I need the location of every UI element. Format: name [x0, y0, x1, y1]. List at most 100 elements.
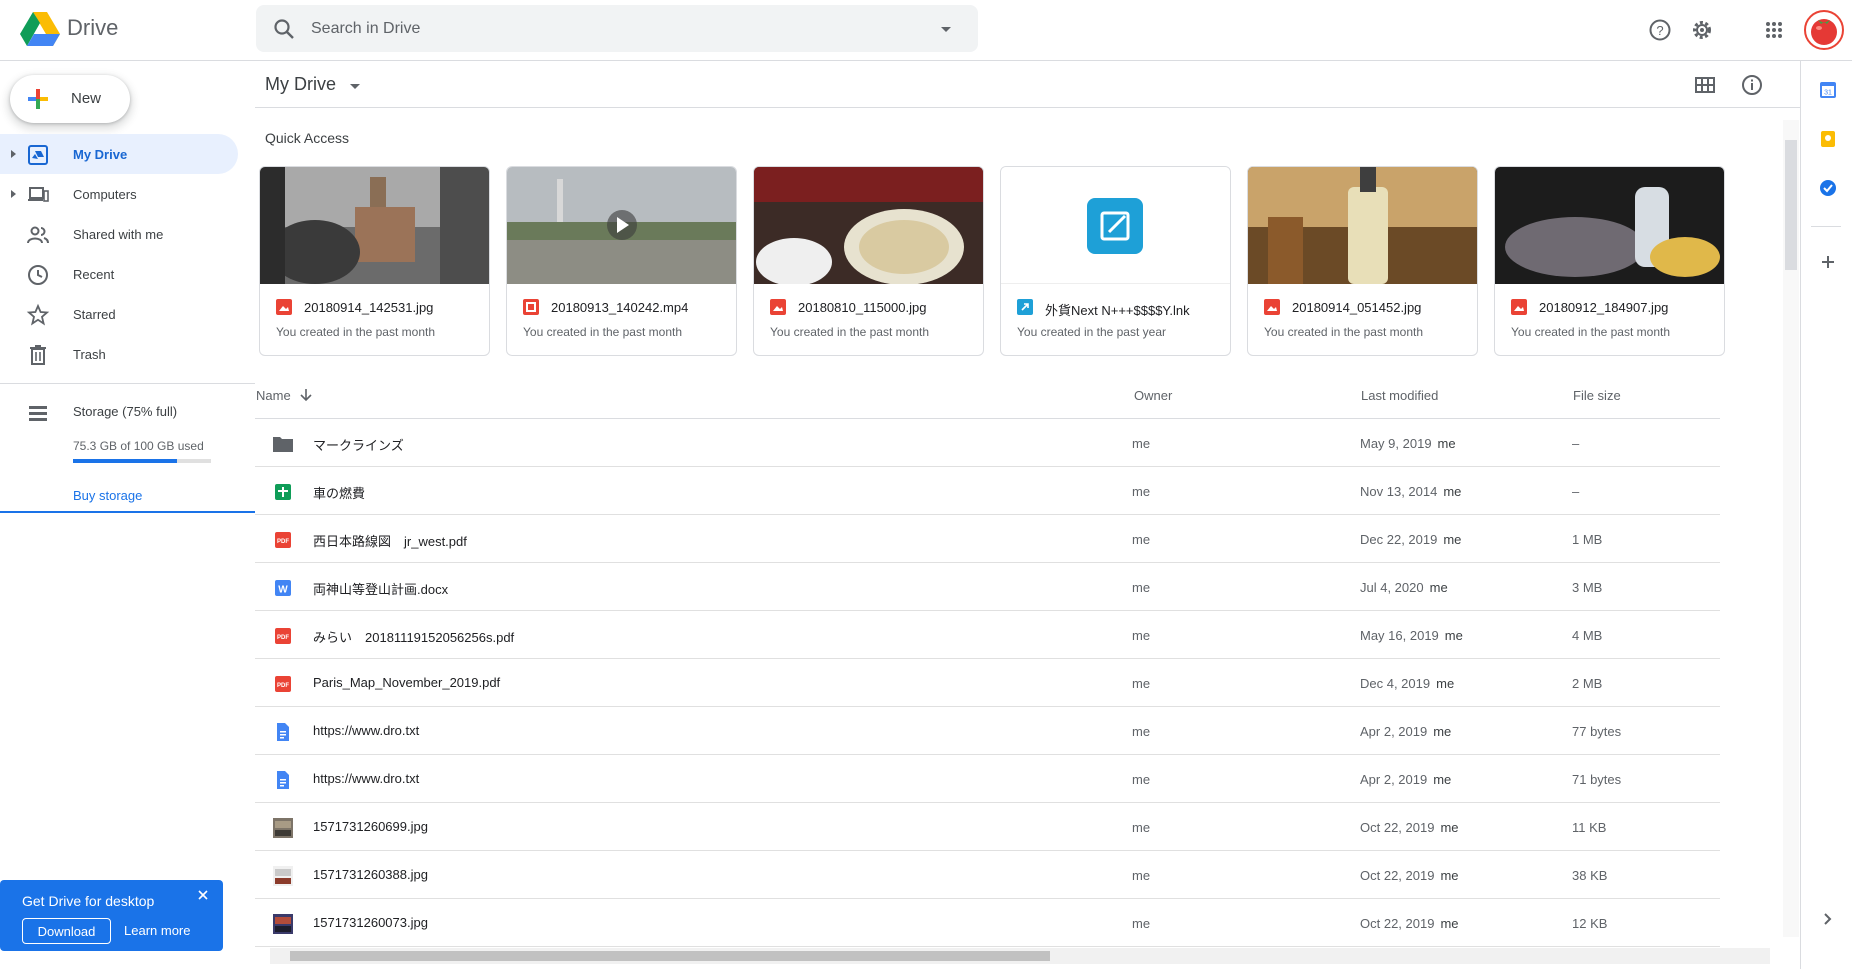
drive-logo-icon[interactable]	[20, 12, 60, 46]
table-row[interactable]: PDF みらい 20181119152056256s.pdf me May 16, 2…	[255, 611, 1720, 659]
rail-divider	[1811, 226, 1841, 227]
sort-arrow-down-icon[interactable]	[299, 387, 313, 403]
plus-icon	[28, 89, 48, 109]
search-input[interactable]	[311, 13, 871, 44]
info-icon[interactable]	[1740, 73, 1764, 97]
quick-access-row: 20180914_142531.jpg You created in the p…	[259, 166, 1749, 356]
column-header-file-size[interactable]: File size	[1573, 388, 1621, 403]
sidebar-item-computers[interactable]: Computers	[0, 174, 255, 214]
file-last-modified: Apr 2, 2019 me	[1360, 772, 1451, 787]
table-row[interactable]: PDF Paris_Map_November_2019.pdf me Dec 4, 2…	[255, 659, 1720, 707]
column-header-name[interactable]: Name	[256, 388, 291, 403]
file-owner: me	[1132, 436, 1151, 451]
table-row[interactable]: 1571731260388.jpg me Oct 22, 2019 me 38 KB	[255, 851, 1720, 899]
quick-access-card[interactable]: 20180914_051452.jpg You created in the p…	[1247, 166, 1478, 356]
pdf-icon: PDF	[272, 674, 294, 694]
file-list-header: Name Owner Last modified File size	[255, 373, 1720, 419]
tasks-icon[interactable]	[1818, 178, 1838, 198]
file-name: 1571731260388.jpg	[313, 867, 428, 882]
sidebar-item-my-drive[interactable]: My Drive	[0, 134, 238, 174]
file-size: 11 KB	[1572, 820, 1607, 835]
modified-date: Jul 4, 2020	[1360, 580, 1424, 595]
file-size: 12 KB	[1572, 916, 1608, 931]
quick-access-card[interactable]: 20180810_115000.jpg You created in the p…	[753, 166, 984, 356]
file-last-modified: May 16, 2019 me	[1360, 628, 1463, 643]
apps-grid-icon[interactable]	[1760, 16, 1788, 44]
vertical-scrollbar[interactable]	[1783, 120, 1799, 937]
table-row[interactable]: 車の燃費 me Nov 13, 2014 me –	[255, 467, 1720, 515]
table-row[interactable]: 1571731260699.jpg me Oct 22, 2019 me 11 KB	[255, 803, 1720, 851]
vertical-scrollbar-thumb[interactable]	[1785, 140, 1797, 270]
file-last-modified: Apr 2, 2019 me	[1360, 724, 1451, 739]
expand-caret-icon[interactable]	[9, 187, 19, 201]
tomato-avatar-icon	[1811, 19, 1837, 45]
sidebar-item-label: Computers	[73, 187, 137, 202]
add-addon-icon[interactable]	[1818, 252, 1838, 272]
column-header-owner[interactable]: Owner	[1134, 388, 1172, 403]
file-rows: マークラインズ me May 9, 2019 me – 車の燃費 me Nov 13, 201…	[255, 419, 1720, 947]
file-list: Name Owner Last modified File size マークライ…	[255, 373, 1720, 947]
file-owner: me	[1132, 916, 1151, 931]
modified-by: me	[1443, 484, 1462, 499]
table-row[interactable]: W 両神山等登山計画.docx me Jul 4, 2020 me 3 MB	[255, 563, 1720, 611]
modified-by: me	[1429, 580, 1448, 595]
file-name: 西日本路線図 jr_west.pdf	[313, 534, 467, 549]
chevron-down-icon[interactable]	[348, 79, 362, 93]
expand-caret-icon[interactable]	[9, 147, 19, 161]
grid-view-icon[interactable]	[1693, 73, 1717, 97]
file-owner: me	[1132, 580, 1151, 595]
modified-by: me	[1433, 772, 1452, 787]
quick-access-card[interactable]: 20180913_140242.mp4 You created in the p…	[506, 166, 737, 356]
buy-storage-link[interactable]: Buy storage	[73, 488, 142, 503]
search-bar[interactable]	[256, 5, 978, 52]
column-header-last-modified[interactable]: Last modified	[1361, 388, 1438, 403]
sidebar-item-trash[interactable]: Trash	[0, 334, 255, 374]
download-button[interactable]: Download	[22, 918, 111, 944]
drive-app: Drive ?	[0, 0, 1852, 969]
card-file-name: 外貨Next N+++$$$$Y.lnk	[1045, 303, 1190, 318]
sidebar-item-recent[interactable]: Recent	[0, 254, 255, 294]
modified-date: Dec 22, 2019	[1360, 532, 1438, 547]
table-row[interactable]: 1571731260073.jpg me Oct 22, 2019 me 12 KB	[255, 899, 1720, 947]
page-title[interactable]: My Drive	[265, 74, 336, 95]
table-row[interactable]: PDF 西日本路線図 jr_west.pdf me Dec 22, 2019 me 1 M…	[255, 515, 1720, 563]
learn-more-link[interactable]: Learn more	[124, 923, 190, 938]
horizontal-scrollbar[interactable]	[270, 948, 1770, 964]
file-last-modified: Oct 22, 2019 me	[1360, 820, 1459, 835]
quick-access-card[interactable]: 20180912_184907.jpg You created in the p…	[1494, 166, 1725, 356]
table-row[interactable]: https://www.dro.txt me Apr 2, 2019 me 71 byt…	[255, 755, 1720, 803]
table-row[interactable]: マークラインズ me May 9, 2019 me –	[255, 419, 1720, 467]
shortcut-icon	[1017, 299, 1033, 315]
svg-text:PDF: PDF	[277, 635, 289, 641]
new-button[interactable]: New	[10, 75, 130, 123]
account-avatar[interactable]	[1804, 10, 1844, 50]
main-content: My Drive Quick Access 20180914_142531.jp…	[255, 61, 1800, 969]
calendar-icon[interactable]: 31	[1818, 80, 1838, 100]
sidebar-item-shared-with-me[interactable]: Shared with me	[0, 214, 255, 254]
modified-date: Nov 13, 2014	[1360, 484, 1438, 499]
search-options-icon[interactable]	[934, 17, 958, 41]
close-icon[interactable]	[196, 888, 210, 902]
file-last-modified: Dec 4, 2019 me	[1360, 676, 1454, 691]
horizontal-scrollbar-thumb[interactable]	[290, 951, 1050, 961]
table-row[interactable]: https://www.dro.txt me Apr 2, 2019 me 77 byt…	[255, 707, 1720, 755]
help-icon[interactable]: ?	[1646, 16, 1674, 44]
svg-text:?: ?	[1656, 23, 1663, 38]
quick-access-card[interactable]: 20180914_142531.jpg You created in the p…	[259, 166, 490, 356]
file-owner: me	[1132, 676, 1151, 691]
card-file-name: 20180810_115000.jpg	[798, 300, 927, 315]
thumbnail-image	[1248, 167, 1477, 284]
side-panel-rail: 31	[1800, 61, 1852, 969]
main-toolbar: My Drive	[255, 61, 1800, 108]
image-thumb-icon	[272, 818, 294, 838]
file-owner: me	[1132, 532, 1151, 547]
keep-icon[interactable]	[1818, 129, 1838, 149]
quick-access-card[interactable]: 外貨Next N+++$$$$Y.lnk You created in the …	[1000, 166, 1231, 356]
sidebar-item-starred[interactable]: Starred	[0, 294, 255, 334]
chevron-right-icon[interactable]	[1818, 909, 1838, 929]
image-icon	[276, 299, 292, 315]
file-owner: me	[1132, 868, 1151, 883]
file-name: Paris_Map_November_2019.pdf	[313, 675, 501, 690]
search-icon[interactable]	[272, 17, 296, 41]
settings-gear-icon[interactable]	[1688, 16, 1716, 44]
